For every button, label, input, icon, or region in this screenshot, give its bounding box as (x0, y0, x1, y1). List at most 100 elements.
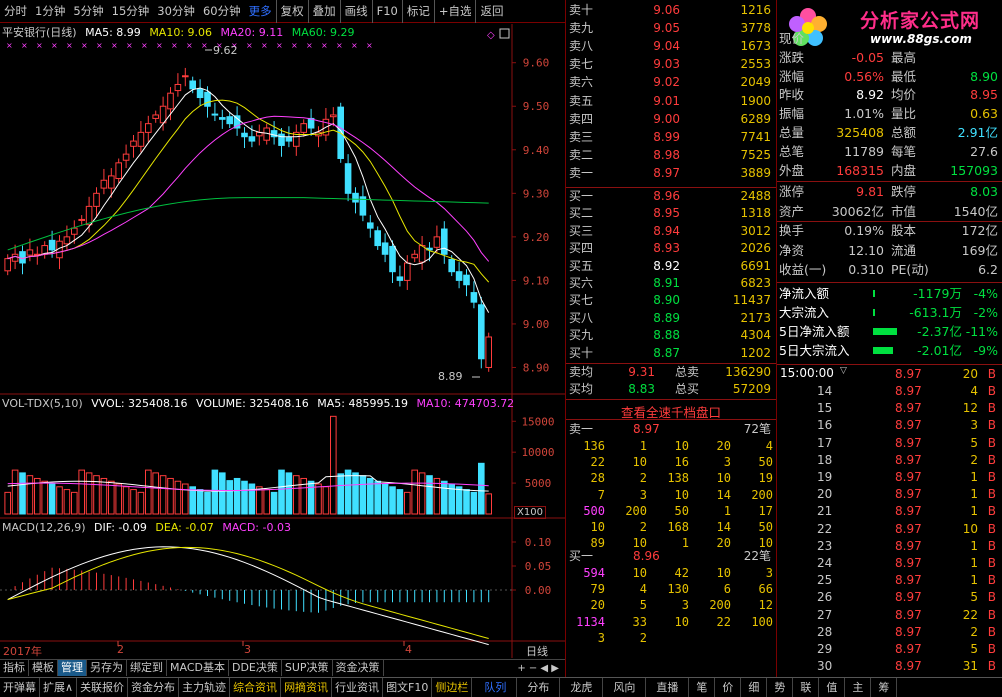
side-tab-0[interactable]: 队列 (474, 678, 518, 697)
quote-label-2: 每笔 (891, 143, 917, 159)
side-tab-2[interactable]: 龙虎 (560, 678, 604, 697)
price-axis-label: 9.40 (523, 144, 550, 157)
bid-row[interactable]: 买十 8.87 1202 (567, 345, 775, 362)
kline-chart-panel[interactable]: 9.60 9.50 9.40 9.30 9.20 9.10 9.00 8.90 15000 100… (0, 24, 565, 658)
side-tab-4[interactable]: 直播 (646, 678, 690, 697)
toolbar-button-0[interactable]: 复权 (275, 0, 308, 23)
quote-label-2: PE(动) (891, 262, 929, 277)
side-tab-9[interactable]: 联 (793, 678, 820, 697)
quote-row: 涨跌 -0.05 最高 (777, 49, 1002, 66)
ask-row[interactable]: 卖三 8.99 7741 (567, 129, 775, 146)
queue-cell: 12 (758, 598, 773, 613)
period-label[interactable]: 日线 (526, 643, 548, 659)
period-tab-1[interactable]: 1分钟 (31, 0, 69, 23)
tick-price: 8.97 (895, 573, 922, 588)
bid-row[interactable]: 买四 8.93 2026 (567, 240, 775, 257)
toolbar-button-2[interactable]: 画线 (339, 0, 372, 23)
toolbar-button-5[interactable]: +自选 (433, 0, 476, 23)
side-tab-5[interactable]: 笔 (689, 678, 716, 697)
bid-row[interactable]: 买六 8.91 6823 (567, 275, 775, 292)
side-tab-11[interactable]: 主 (845, 678, 872, 697)
bid-row[interactable]: 买一 8.96 2488 (567, 188, 775, 205)
volume-bar (233, 477, 241, 515)
status-bar-item-1[interactable]: 扩展∧ (40, 678, 78, 697)
period-tab-0[interactable]: 分时 (0, 0, 31, 23)
order-volume: 2026 (740, 241, 771, 256)
more-periods-button[interactable]: 更多 (245, 0, 276, 23)
queue-count: 72笔 (743, 422, 771, 436)
status-bar-item-4[interactable]: 主力轨迹 (179, 678, 231, 697)
tick-row: 16 8.97 3 B (777, 417, 1002, 433)
tick-time: 16 (817, 418, 833, 433)
side-tab-12[interactable]: 筹 (871, 678, 898, 697)
status-bar-item-2[interactable]: 关联报价 (77, 678, 129, 697)
indicator-tab-2[interactable]: 管理 (58, 660, 87, 676)
tick-volume: 1 (970, 487, 978, 502)
period-tab-2[interactable]: 5分钟 (69, 0, 107, 23)
tick-price: 8.97 (895, 659, 922, 674)
indicator-tab-5[interactable]: MACD基本 (167, 660, 229, 676)
tick-row: 22 8.97 10 B (777, 521, 1002, 537)
status-bar-item-0[interactable]: 开弹幕 (0, 678, 40, 697)
status-bar-item-9[interactable]: 侧边栏 (432, 678, 473, 697)
order-price: 8.92 (653, 258, 680, 273)
ask-row[interactable]: 卖五 9.01 1900 (567, 93, 775, 110)
period-tab-3[interactable]: 15分钟 (108, 0, 154, 23)
macd-axis-label: 0.05 (525, 560, 552, 573)
indicator-tab-0[interactable]: 指标 (0, 660, 29, 676)
ask-row[interactable]: 卖八 9.04 1673 (567, 38, 775, 55)
ask-row[interactable]: 卖六 9.02 2049 (567, 74, 775, 91)
status-bar-item-5[interactable]: 综合资讯 (230, 678, 282, 697)
tick-price: 8.97 (895, 504, 922, 519)
indicator-tab-7[interactable]: SUP决策 (282, 660, 333, 676)
toolbar-button-4[interactable]: 标记 (401, 0, 434, 23)
bid-row[interactable]: 买九 8.88 4304 (567, 327, 775, 344)
toolbar-button-1[interactable]: 叠加 (307, 0, 340, 23)
queue-cell: 2 (639, 630, 647, 645)
side-tab-1[interactable]: 分布 (517, 678, 561, 697)
ask-row[interactable]: 卖九 9.05 3778 (567, 20, 775, 37)
indicator-tab-4[interactable]: 绑定到 (127, 660, 167, 676)
ask-row[interactable]: 卖一 8.97 3889 (567, 165, 775, 182)
side-tab-3[interactable]: 风向 (603, 678, 647, 697)
ask-row[interactable]: 卖二 8.98 7525 (567, 147, 775, 164)
toolbar-button-6[interactable]: 返回 (475, 0, 507, 23)
period-tab-5[interactable]: 60分钟 (199, 0, 245, 23)
status-bar-item-7[interactable]: 行业资讯 (332, 678, 384, 697)
bid-row[interactable]: 买八 8.89 2173 (567, 310, 775, 327)
bid-row[interactable]: 买七 8.90 11437 (567, 292, 775, 309)
side-tab-7[interactable]: 细 (741, 678, 768, 697)
ex-right-marker: × (51, 41, 58, 50)
period-tab-4[interactable]: 30分钟 (153, 0, 199, 23)
tab-nav-arrows[interactable]: + − ◀ ▶ (517, 663, 565, 674)
queue-cell: 50 (674, 503, 689, 518)
bid-row[interactable]: 买五 8.92 6691 (567, 258, 775, 275)
side-tab-8[interactable]: 势 (767, 678, 794, 697)
status-bar-item-6[interactable]: 网摘资讯 (281, 678, 333, 697)
indicator-tab-6[interactable]: DDE决策 (229, 660, 282, 676)
order-price: 8.88 (653, 328, 680, 343)
status-bar-item-8[interactable]: 图文F10 (383, 678, 433, 697)
indicator-tab-8[interactable]: 资金决策 (333, 660, 384, 676)
toolbar-button-3[interactable]: F10 (371, 0, 402, 23)
queue-cell: 7 (597, 487, 605, 502)
bid-row[interactable]: 买二 8.95 1318 (567, 205, 775, 222)
tick-time: 22 (817, 521, 833, 536)
candle-body (367, 222, 374, 229)
volume-bar (71, 491, 78, 515)
kline-chart-svg[interactable]: 9.60 9.50 9.40 9.30 9.20 9.10 9.00 8.90 15000 100… (0, 24, 565, 658)
ask-row[interactable]: 卖四 9.00 6289 (567, 111, 775, 128)
ask-row[interactable]: 卖十 9.06 1216 (567, 2, 775, 19)
side-tab-10[interactable]: 值 (819, 678, 846, 697)
volume-bar (374, 480, 381, 515)
side-tab-6[interactable]: 价 (715, 678, 742, 697)
ask-queue-row: 28 2 138 10 19 (567, 470, 775, 486)
bid-row[interactable]: 买三 8.94 3012 (567, 223, 775, 240)
ask-row[interactable]: 卖七 9.03 2553 (567, 56, 775, 73)
indicator-tab-1[interactable]: 模板 (29, 660, 58, 676)
queue-cell: 10 (674, 614, 689, 629)
status-bar-item-3[interactable]: 资金分布 (128, 678, 180, 697)
tick-time: 15 (817, 401, 833, 416)
flow-label: 净流入额 (779, 286, 830, 301)
indicator-tab-3[interactable]: 另存为 (87, 660, 127, 676)
